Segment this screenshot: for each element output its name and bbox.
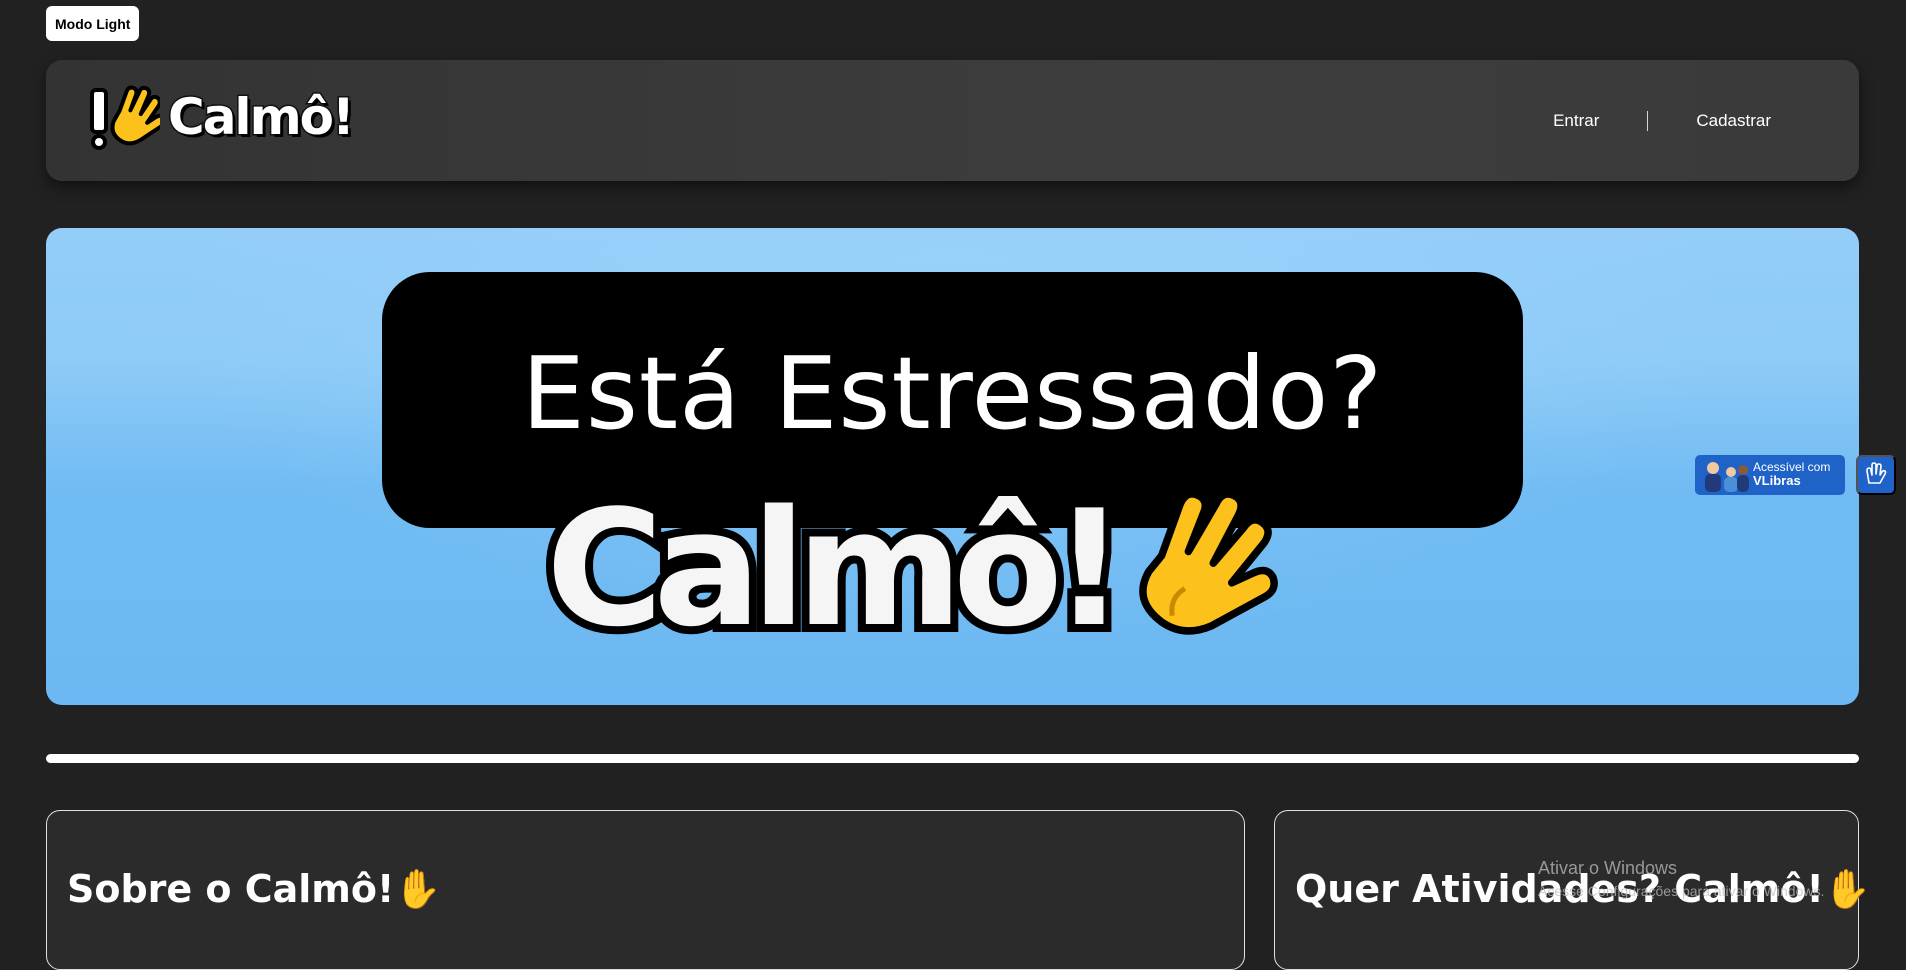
theme-toggle-button[interactable]: Modo Light — [46, 6, 140, 41]
windows-watermark-title: Ativar o Windows — [1538, 858, 1678, 878]
windows-activation-watermark: Ativar o Windows Acesse Configurações pa… — [1538, 858, 1824, 899]
sign-language-hands-icon — [1863, 461, 1889, 490]
hero-brand: Calmô! — [538, 475, 1280, 662]
windows-watermark-subtitle: Acesse Configurações para ativar o Windo… — [1538, 883, 1825, 899]
about-section: Sobre o Calmô!✋ — [46, 810, 1245, 970]
nav-divider — [1647, 110, 1649, 131]
vlibras-line2: VLibras — [1753, 473, 1801, 489]
vlibras-avatars-icon — [1701, 458, 1749, 492]
logo[interactable]: Calmô! — [88, 84, 357, 150]
hero-question: Está Estressado? — [521, 334, 1384, 452]
about-title: Sobre o Calmô!✋ — [67, 867, 442, 911]
navbar: Calmô! Entrar Cadastrar — [46, 60, 1859, 181]
signup-link[interactable]: Cadastrar — [1678, 111, 1789, 131]
vlibras-label: Acessível com VLibras — [1753, 461, 1830, 489]
section-divider — [46, 754, 1859, 763]
hero-brand-text: Calmô! — [538, 475, 1134, 662]
logo-text: Calmô! — [167, 87, 357, 148]
waving-hand-icon — [1120, 483, 1280, 643]
login-link[interactable]: Entrar — [1535, 111, 1617, 131]
nav-links: Entrar Cadastrar — [1535, 60, 1789, 181]
vlibras-button[interactable] — [1856, 455, 1896, 495]
hero-banner: Está Estressado? Calmô! — [46, 228, 1859, 705]
vlibras-banner[interactable]: Acessível com VLibras — [1695, 455, 1845, 495]
waving-hand-icon — [88, 84, 167, 150]
